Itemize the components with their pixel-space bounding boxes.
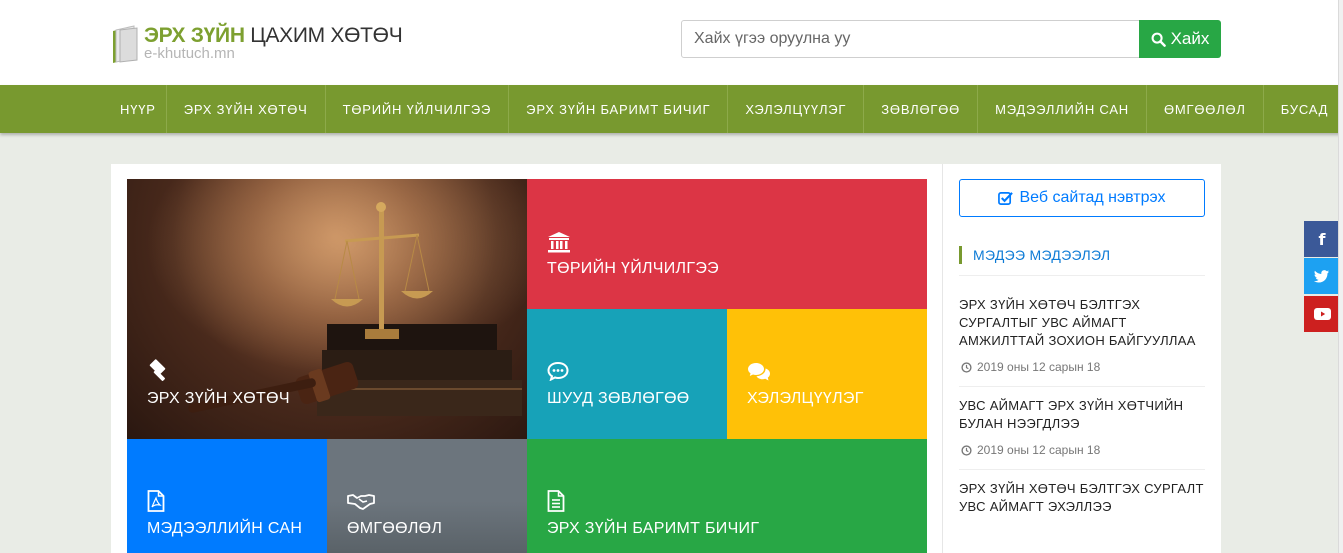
news-date-text: 2019 оны 12 сарын 18 xyxy=(977,360,1101,374)
clock-icon xyxy=(961,444,972,456)
tile-public-service[interactable]: ТӨРИЙН ҮЙЛЧИЛГЭЭ xyxy=(527,179,927,309)
tile-legal-documents-label: ЭРХ ЗҮЙН БАРИМТ БИЧИГ xyxy=(547,520,760,537)
login-button[interactable]: Веб сайтад нэвтрэх xyxy=(959,179,1205,217)
facebook-button[interactable]: f xyxy=(1304,221,1340,257)
tile-direct-advice-label: ШУУД ЗӨВЛӨГӨӨ xyxy=(547,390,690,407)
nav-item-defense[interactable]: ӨМГӨӨЛӨЛ xyxy=(1147,85,1264,133)
check-square-icon xyxy=(998,191,1014,205)
news-item-title[interactable]: ЭРХ ЗҮЙН ХӨТӨЧ БЭЛТГЭХ СУРГАЛТ УВС АЙМАГ… xyxy=(959,480,1209,516)
nav-item-public-service[interactable]: ТӨРИЙН ҮЙЛЧИЛГЭЭ xyxy=(326,85,510,133)
nav-item-database[interactable]: МЭДЭЭЛЛИЙН САН xyxy=(978,85,1147,133)
news-item-date: 2019 оны 12 сарын 18 xyxy=(961,360,1100,374)
tile-legal-guide[interactable]: ЭРХ ЗҮЙН ХӨТӨЧ xyxy=(127,179,527,439)
page-scrollbar[interactable] xyxy=(1338,0,1343,553)
tile-legal-documents[interactable]: ЭРХ ЗҮЙН БАРИМТ БИЧИГ xyxy=(527,439,927,553)
handshake-icon xyxy=(347,494,375,510)
tile-legal-guide-label: ЭРХ ЗҮЙН ХӨТӨЧ xyxy=(147,390,290,407)
nav-item-discussion[interactable]: ХЭЛЭЛЦҮҮЛЭГ xyxy=(728,85,865,133)
tile-defense[interactable]: ӨМГӨӨЛӨЛ xyxy=(327,439,527,553)
nav-item-home[interactable]: НҮҮР xyxy=(110,85,167,133)
institution-icon xyxy=(548,232,570,253)
logo-subtitle: e-khutuch.mn xyxy=(144,45,235,62)
sidebar-divider xyxy=(942,164,943,553)
site-logo[interactable]: ЭРХ ЗҮЙН ЦАХИМ ХӨТӨЧ e-khutuch.mn xyxy=(111,22,403,67)
tile-database[interactable]: МЭДЭЭЛЛИЙН САН xyxy=(127,439,327,553)
pdf-file-icon xyxy=(147,490,165,512)
news-item-date: 2019 оны 12 сарын 18 xyxy=(961,443,1100,457)
facebook-icon: f xyxy=(1318,229,1326,249)
youtube-button[interactable] xyxy=(1304,296,1340,332)
news-item-title[interactable]: ЭРХ ЗҮЙН ХӨТӨЧ БЭЛТГЭХ СУРГАЛТЫГ УВС АЙМ… xyxy=(959,296,1209,350)
main-navigation: НҮҮР ЭРХ ЗҮЙН ХӨТӨЧ ТӨРИЙН ҮЙЛЧИЛГЭЭ ЭРХ… xyxy=(0,85,1343,133)
search-icon xyxy=(1151,32,1166,47)
gavel-icon xyxy=(149,359,166,381)
search-button[interactable]: Хайх xyxy=(1139,20,1221,58)
book-logo-icon xyxy=(113,25,138,63)
nav-item-legal-guide[interactable]: ЭРХ ЗҮЙН ХӨТӨЧ xyxy=(167,85,326,133)
twitter-button[interactable] xyxy=(1304,258,1340,294)
search-input[interactable] xyxy=(681,20,1151,58)
comment-dots-icon xyxy=(547,361,569,381)
clock-icon xyxy=(961,361,972,373)
login-button-label: Веб сайтад нэвтрэх xyxy=(1019,189,1166,206)
news-item-title[interactable]: УВС АЙМАГТ ЭРХ ЗҮЙН ХӨТЧИЙН БУЛАН НЭЭГДЛ… xyxy=(959,397,1209,433)
nav-item-legal-documents[interactable]: ЭРХ ЗҮЙН БАРИМТ БИЧИГ xyxy=(509,85,729,133)
tile-direct-advice[interactable]: ШУУД ЗӨВЛӨГӨӨ xyxy=(527,309,727,439)
twitter-icon xyxy=(1314,269,1330,283)
file-text-icon xyxy=(547,490,565,512)
tile-discussion[interactable]: ХЭЛЭЛЦҮҮЛЭГ xyxy=(727,309,927,439)
tile-database-label: МЭДЭЭЛЛИЙН САН xyxy=(147,520,303,537)
site-header: ЭРХ ЗҮЙН ЦАХИМ ХӨТӨЧ e-khutuch.mn Хайх xyxy=(0,0,1343,85)
tile-discussion-label: ХЭЛЭЛЦҮҮЛЭГ xyxy=(747,390,864,407)
news-heading: МЭДЭЭ МЭДЭЭЛЭЛ xyxy=(959,246,1110,264)
search-button-label: Хайх xyxy=(1170,29,1210,48)
youtube-icon xyxy=(1313,308,1331,320)
tile-defense-label: ӨМГӨӨЛӨЛ xyxy=(347,520,443,537)
tile-public-service-label: ТӨРИЙН ҮЙЛЧИЛГЭЭ xyxy=(547,260,719,277)
comments-icon xyxy=(748,363,770,381)
nav-item-advice[interactable]: ЗӨВЛӨГӨӨ xyxy=(864,85,979,133)
nav-item-other[interactable]: БУСАД xyxy=(1264,85,1343,133)
news-date-text: 2019 оны 12 сарын 18 xyxy=(977,443,1101,457)
divider xyxy=(959,386,1205,387)
divider xyxy=(959,275,1205,276)
divider xyxy=(959,469,1205,470)
